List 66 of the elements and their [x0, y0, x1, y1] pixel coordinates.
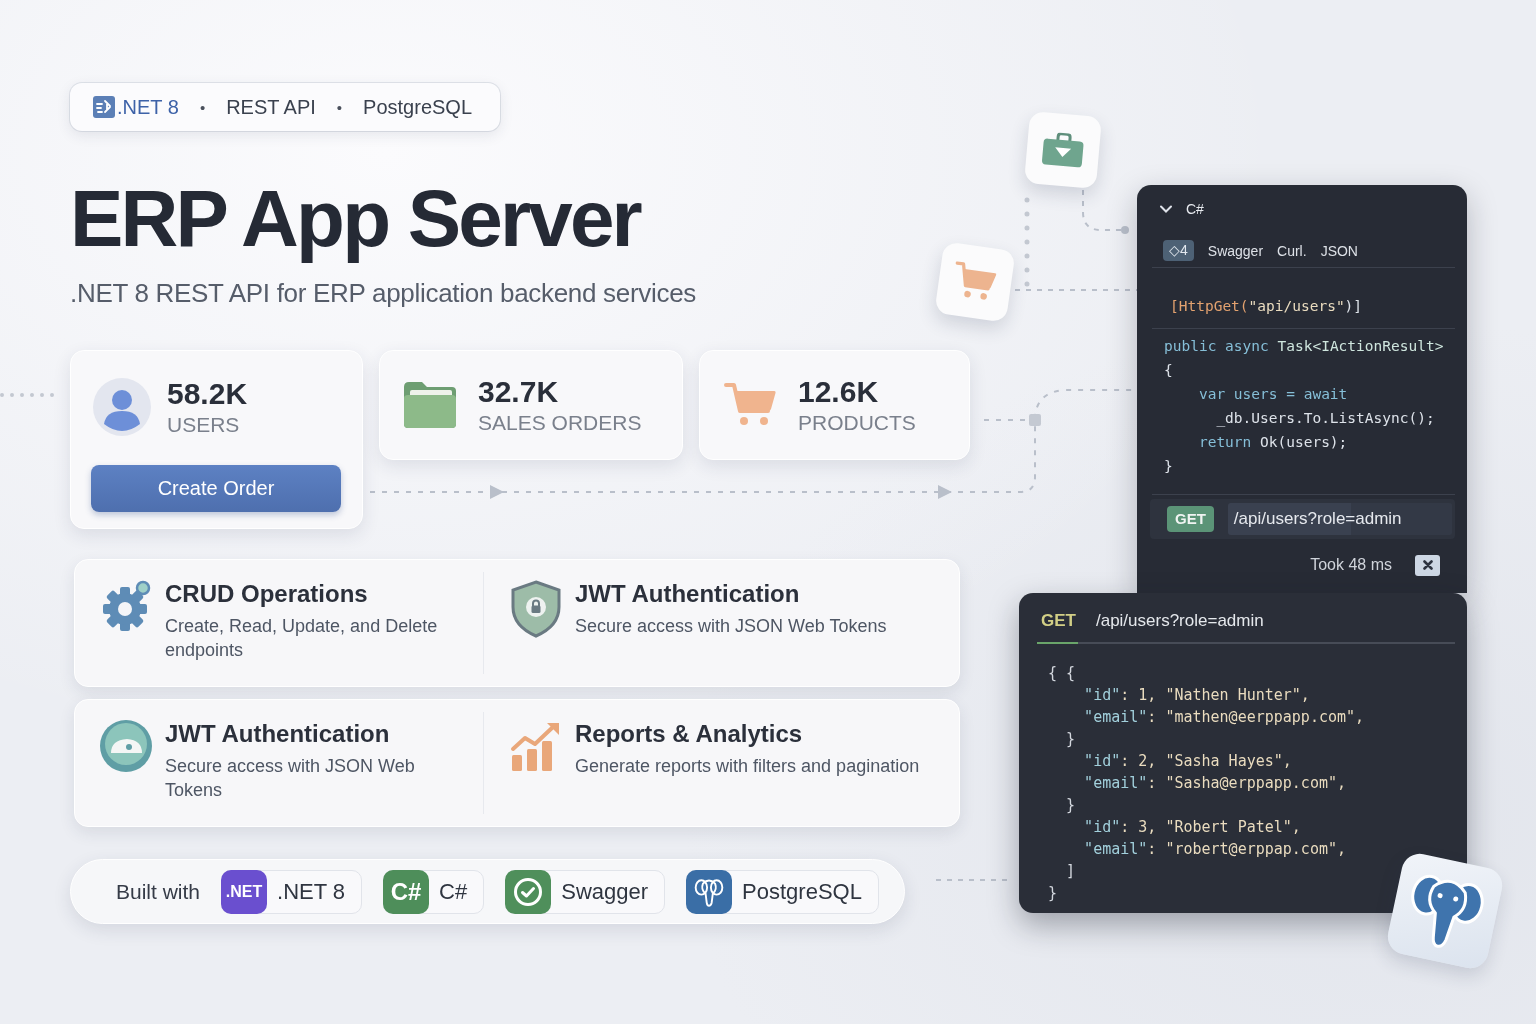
tab-link[interactable]: JSON: [1320, 242, 1358, 259]
language-label: C#: [1186, 201, 1204, 217]
tab-link[interactable]: Curl.: [1277, 242, 1307, 259]
close-button[interactable]: [1415, 554, 1440, 576]
code-line: public async Task<IActionResult>: [1164, 337, 1445, 356]
json-line: "id": 2, "Sasha Hayes",: [1083, 751, 1293, 772]
code-line: {: [1164, 361, 1174, 380]
feature-description: Secure access with JSON Web Tokens: [165, 755, 416, 802]
chevron-down-icon[interactable]: [1160, 205, 1172, 213]
code-line: }: [1164, 457, 1174, 476]
separator-dot: •: [199, 98, 206, 116]
code-line: var users = await: [1197, 385, 1349, 404]
stat-label: USERS: [167, 412, 241, 438]
logo-badge: C#: [383, 869, 430, 914]
json-line: }: [1048, 883, 1059, 904]
stat-value: 12.6K: [798, 374, 880, 410]
briefcase-icon: [1024, 111, 1102, 189]
tech-label: C#: [439, 878, 468, 905]
tab-link[interactable]: Swagger: [1207, 242, 1264, 259]
json-line: "email": "Sasha@erppapp.com",: [1083, 773, 1348, 794]
tech-label: Swagger: [561, 878, 649, 905]
page-subtitle: .NET 8 REST API for ERP application backend services: [70, 278, 697, 309]
feature-title: CRUD Operations: [165, 579, 369, 609]
code-line: _db.Users.To.ListAsync();: [1215, 409, 1436, 429]
disc-icon: [99, 719, 153, 773]
logo-badge: .NET: [221, 869, 268, 914]
json-line: "id": 3, "Robert Patel",: [1083, 817, 1302, 838]
json-line: { {: [1048, 663, 1077, 684]
json-line: "email": "mathen@eerppapp.com",: [1083, 707, 1366, 728]
connector-line: [1082, 189, 1129, 234]
feature-title: JWT Authentication: [575, 579, 801, 609]
built-with-label: Built with: [116, 879, 201, 904]
json-line: "id": 1, "Nathen Hunter",: [1083, 685, 1311, 706]
stat-value: 32.7K: [478, 374, 560, 410]
feature-description: Generate reports with filters and pagination: [575, 755, 920, 778]
user-avatar-icon: [93, 378, 151, 436]
version-badge: ◇4: [1163, 240, 1194, 261]
folder-icon: [402, 381, 458, 429]
url-field[interactable]: /api/users?role=admin: [1227, 503, 1452, 535]
tag-label: REST API: [226, 95, 316, 119]
feature-title: Reports & Analytics: [575, 719, 804, 749]
tag-label: .NET 8: [117, 95, 179, 119]
stat-label: SALES ORDERS: [478, 410, 642, 436]
method-label: GET: [1041, 611, 1076, 631]
close-icon: [1422, 560, 1433, 570]
tech-label: .NET 8: [277, 878, 346, 905]
json-line: }: [1065, 729, 1077, 750]
code-line: [HttpGet("api/users")]: [1170, 297, 1364, 316]
request-url: /api/users?role=admin: [1095, 611, 1264, 631]
json-line: "email": "robert@erppap.com",: [1083, 839, 1348, 860]
shield-lock-icon: [509, 579, 563, 639]
tech-label: PostgreSQL: [742, 878, 862, 905]
app-logo-icon: [93, 96, 115, 118]
feature-title: JWT Authentication: [165, 719, 391, 749]
json-line: ]: [1065, 861, 1077, 882]
response-time: Took 48 ms: [1310, 556, 1392, 574]
method-badge: GET: [1167, 506, 1214, 532]
feature-description: Create, Read, Update, and Delete endpoints: [165, 615, 439, 662]
create-order-button[interactable]: Create Order: [91, 465, 341, 512]
json-line: }: [1065, 795, 1077, 816]
feature-description: Secure access with JSON Web Tokens: [575, 615, 887, 638]
code-line: return Ok(users);: [1197, 433, 1349, 452]
stat-value: 58.2K: [167, 376, 248, 412]
tag-label: PostgreSQL: [363, 95, 473, 119]
stat-label: PRODUCTS: [798, 410, 916, 436]
separator-dot: •: [336, 98, 343, 116]
